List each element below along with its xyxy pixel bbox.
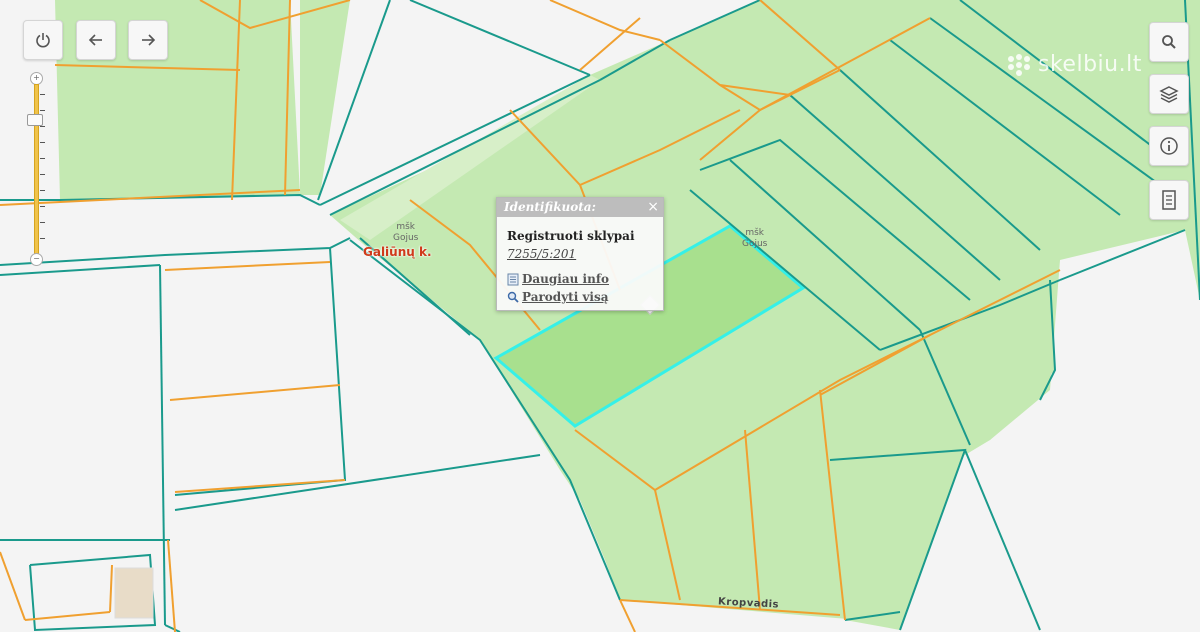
power-button[interactable]: [23, 20, 63, 60]
forward-button[interactable]: [128, 20, 168, 60]
zoom-handle[interactable]: [27, 114, 43, 126]
legend-button[interactable]: [1149, 180, 1189, 220]
watermark-logo-icon: [1008, 53, 1030, 76]
forest-label-2-name: Gojus: [742, 239, 768, 249]
identify-popup: Identifikuota: × Registruoti sklypai 725…: [496, 197, 664, 311]
power-icon: [36, 33, 50, 48]
popup-layer-name: Registruoti sklypai: [507, 229, 635, 243]
forest-label-1: mšk Gojus: [393, 222, 418, 244]
zoom-tick: [40, 126, 45, 127]
zoom-tick: [40, 174, 45, 175]
search-icon: [1162, 35, 1176, 49]
forest-label-2-type: mšk: [745, 228, 765, 238]
back-arrow-icon: [88, 34, 102, 46]
zoom-out-button[interactable]: −: [30, 253, 43, 266]
more-info-link[interactable]: Daugiau info: [507, 272, 609, 286]
layers-button[interactable]: [1149, 74, 1189, 114]
popup-title: Identifikuota:: [497, 198, 663, 217]
zoom-tick: [40, 222, 45, 223]
layers-icon: [1159, 86, 1179, 103]
zoom-tick: [40, 206, 45, 207]
document-icon: [507, 273, 519, 285]
forward-arrow-icon: [142, 34, 156, 46]
zoom-tick: [40, 238, 45, 239]
forest-label-1-type: mšk: [396, 222, 416, 232]
back-button[interactable]: [76, 20, 116, 60]
watermark: skelbiu.lt: [1006, 52, 1142, 77]
search-button[interactable]: [1149, 22, 1189, 62]
forest-label-2: mšk Gojus: [742, 228, 767, 250]
zoom-track[interactable]: [34, 84, 39, 254]
show-all-label: Parodyti visą: [522, 290, 609, 304]
zoom-tick: [40, 158, 45, 159]
zoom-slider[interactable]: + −: [27, 72, 45, 266]
watermark-text: skelbiu.lt: [1038, 52, 1142, 77]
zoom-tick: [40, 94, 45, 95]
popup-close-button[interactable]: ×: [647, 200, 659, 214]
zoom-tick: [40, 190, 45, 191]
info-button[interactable]: [1149, 126, 1189, 166]
info-icon: [1160, 137, 1178, 155]
cadastral-map[interactable]: [0, 0, 1200, 632]
village-label: Galiūnų k.: [363, 245, 432, 259]
zoom-tick: [40, 110, 45, 111]
more-info-label: Daugiau info: [522, 272, 609, 286]
zoom-tick: [40, 142, 45, 143]
parcel-id-link[interactable]: 7255/5:201: [507, 247, 576, 261]
forest-label-1-name: Gojus: [393, 233, 419, 243]
magnifier-icon: [507, 291, 519, 303]
show-all-link[interactable]: Parodyti visą: [507, 290, 609, 304]
legend-document-icon: [1162, 190, 1176, 210]
